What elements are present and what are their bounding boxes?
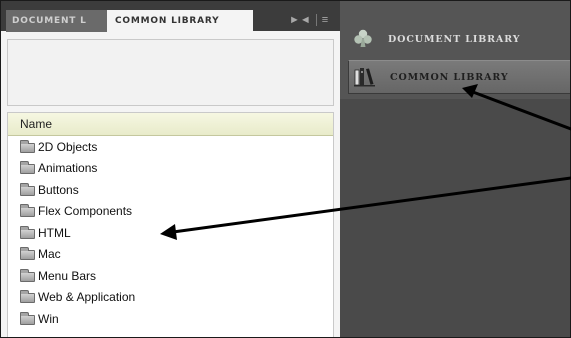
name-column-header[interactable]: Name (8, 113, 333, 136)
controls-divider (315, 14, 317, 26)
common-library-button[interactable]: COMMON LIBRARY (348, 60, 570, 94)
list-item[interactable]: Animations (8, 158, 333, 180)
tab-common-library[interactable]: COMMON LIBRARY (107, 10, 253, 32)
tab-document-library[interactable]: DOCUMENT L (6, 10, 107, 32)
screenshot-frame: DOCUMENT L COMMON LIBRARY ►◄ ≡ Name 2D O… (0, 0, 571, 338)
folder-icon (20, 139, 35, 153)
list-item[interactable]: 2D Objects (8, 136, 333, 158)
club-icon (354, 29, 372, 47)
collapse-arrows-icon[interactable]: ►◄ (289, 14, 311, 26)
document-library-button[interactable]: DOCUMENT LIBRARY (348, 23, 570, 55)
list-item[interactable]: Flex Components (8, 201, 333, 223)
document-library-label: DOCUMENT LIBRARY (388, 33, 521, 45)
list-item-label: 2D Objects (38, 139, 98, 154)
panel-tab-bar: DOCUMENT L COMMON LIBRARY ►◄ ≡ (1, 1, 340, 32)
list-item[interactable]: Web & Application (8, 287, 333, 309)
list-item[interactable]: Win (8, 308, 333, 330)
list-item-label: Flex Components (38, 204, 133, 219)
list-item-label: Win (38, 311, 59, 326)
list-item-label: Web & Application (38, 290, 136, 305)
list-item[interactable]: Buttons (8, 179, 333, 201)
folder-icon (20, 290, 35, 304)
list-item[interactable]: HTML (8, 222, 333, 244)
library-list[interactable]: Name 2D Objects Animations Buttons Flex … (7, 112, 334, 337)
list-item[interactable]: Mac (8, 244, 333, 266)
library-preview-area (7, 39, 334, 106)
panel-dock: DOCUMENT LIBRARY COMMON LIBRARY (340, 1, 570, 337)
list-item[interactable]: Menu Bars (8, 265, 333, 287)
folder-icon (20, 311, 35, 325)
folder-icon (20, 161, 35, 175)
folder-icon (20, 225, 35, 239)
list-item-label: Buttons (38, 182, 79, 197)
list-item-label: Mac (38, 247, 61, 262)
panel-dock-buttons: DOCUMENT LIBRARY COMMON LIBRARY (340, 1, 570, 99)
folder-icon (20, 268, 35, 282)
library-panel: DOCUMENT L COMMON LIBRARY ►◄ ≡ Name 2D O… (1, 1, 340, 337)
panel-controls: ►◄ ≡ (289, 12, 328, 28)
list-item-label: HTML (38, 225, 71, 240)
folder-icon (20, 182, 35, 196)
books-icon (354, 68, 375, 87)
common-library-label: COMMON LIBRARY (390, 71, 509, 83)
folder-icon (20, 204, 35, 218)
panel-menu-icon[interactable]: ≡ (322, 14, 328, 26)
list-item-label: Animations (38, 161, 98, 176)
folder-icon (20, 247, 35, 261)
list-item-label: Menu Bars (38, 268, 97, 283)
